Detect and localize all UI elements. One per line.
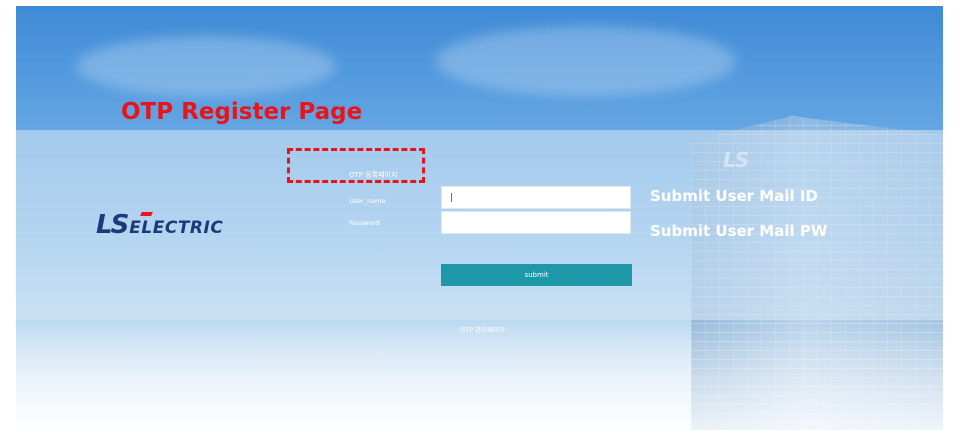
annotation-title: OTP Register Page: [121, 99, 363, 125]
username-input[interactable]: [441, 186, 631, 209]
logo-accent: [140, 212, 153, 216]
cloud-decoration: [76, 36, 336, 96]
annotation-user-pw: Submit User Mail PW: [650, 222, 828, 240]
logo-mark: LS: [96, 210, 129, 240]
cloud-decoration: [436, 26, 736, 96]
password-input[interactable]: [441, 211, 631, 234]
otp-manage-link[interactable]: OTP 관리페이지: [460, 324, 505, 334]
username-label: User_name: [349, 197, 386, 205]
page-label: OTP 등록페이지: [349, 171, 398, 179]
password-label: Password: [349, 219, 380, 227]
logo-text: ELECTRIC: [129, 218, 224, 238]
submit-button[interactable]: submit: [441, 264, 632, 286]
annotation-user-id: Submit User Mail ID: [650, 187, 818, 205]
ls-electric-logo: LS ELECTRIC: [96, 212, 223, 238]
